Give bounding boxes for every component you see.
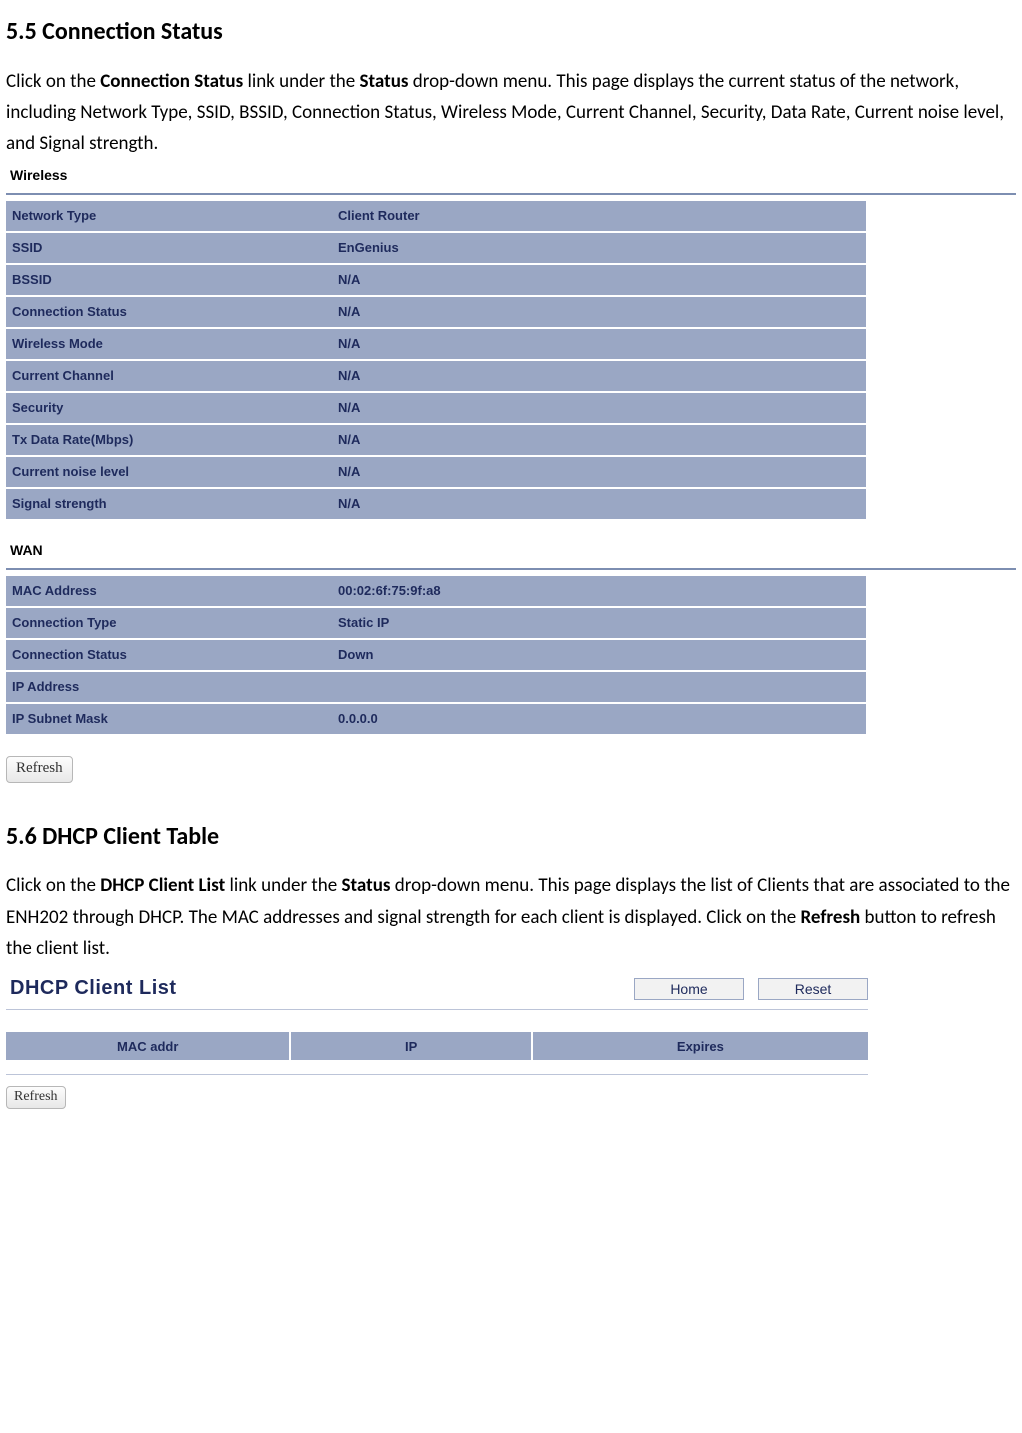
- col-expires: Expires: [532, 1032, 868, 1060]
- col-ip: IP: [290, 1032, 531, 1060]
- row-value: N/A: [328, 265, 866, 295]
- wan-status-table: MAC Address00:02:6f:75:9f:a8Connection T…: [6, 574, 866, 736]
- row-label: Security: [6, 393, 328, 423]
- text-bold: Connection Status: [100, 70, 243, 93]
- row-label: BSSID: [6, 265, 328, 295]
- table-row: Tx Data Rate(Mbps)N/A: [6, 425, 866, 455]
- row-label: Connection Type: [6, 608, 328, 638]
- table-row: Network TypeClient Router: [6, 201, 866, 231]
- text: Click on the: [6, 70, 100, 93]
- row-value: EnGenius: [328, 233, 866, 263]
- row-value: 0.0.0.0: [328, 704, 866, 734]
- section-5-6-paragraph: Click on the DHCP Client List link under…: [6, 870, 1016, 964]
- wireless-panel: Wireless Network TypeClient RouterSSIDEn…: [6, 164, 1016, 521]
- section-5-6-heading: 5.6 DHCP Client Table: [6, 817, 1016, 857]
- row-value: N/A: [328, 297, 866, 327]
- text: link under the: [243, 70, 359, 93]
- row-value: Static IP: [328, 608, 866, 638]
- row-value: N/A: [328, 361, 866, 391]
- row-label: Current noise level: [6, 457, 328, 487]
- table-row: IP Address: [6, 672, 866, 702]
- dhcp-header-row: DHCP Client List Home Reset: [6, 972, 868, 1005]
- dhcp-client-list-panel: DHCP Client List Home Reset MAC addr IP …: [6, 972, 1016, 1110]
- divider: [6, 193, 1016, 195]
- row-label: IP Subnet Mask: [6, 704, 328, 734]
- row-value: 00:02:6f:75:9f:a8: [328, 576, 866, 606]
- table-row: Connection StatusN/A: [6, 297, 866, 327]
- row-label: Connection Status: [6, 640, 328, 670]
- table-row: Current ChannelN/A: [6, 361, 866, 391]
- row-value: Down: [328, 640, 866, 670]
- divider: [6, 1009, 868, 1010]
- wireless-status-table: Network TypeClient RouterSSIDEnGeniusBSS…: [6, 199, 866, 521]
- row-label: IP Address: [6, 672, 328, 702]
- table-row: BSSIDN/A: [6, 265, 866, 295]
- table-row: SecurityN/A: [6, 393, 866, 423]
- row-value: Client Router: [328, 201, 866, 231]
- wireless-panel-title: Wireless: [10, 164, 1016, 187]
- divider: [6, 568, 1016, 570]
- table-row: Signal strengthN/A: [6, 489, 866, 519]
- row-label: Network Type: [6, 201, 328, 231]
- table-row: Current noise levelN/A: [6, 457, 866, 487]
- table-row: Connection StatusDown: [6, 640, 866, 670]
- text-bold: Status: [342, 874, 391, 897]
- row-label: Wireless Mode: [6, 329, 328, 359]
- row-value: N/A: [328, 457, 866, 487]
- text: Click on the: [6, 874, 100, 897]
- row-label: Connection Status: [6, 297, 328, 327]
- row-label: SSID: [6, 233, 328, 263]
- text-bold: DHCP Client List: [100, 874, 225, 897]
- table-row: IP Subnet Mask0.0.0.0: [6, 704, 866, 734]
- table-row: MAC Address00:02:6f:75:9f:a8: [6, 576, 866, 606]
- row-label: Current Channel: [6, 361, 328, 391]
- dhcp-client-table: MAC addr IP Expires: [6, 1032, 868, 1060]
- table-row: SSIDEnGenius: [6, 233, 866, 263]
- refresh-button[interactable]: Refresh: [6, 1086, 66, 1109]
- section-5-5-heading: 5.5 Connection Status: [6, 12, 1016, 52]
- table-row: Wireless ModeN/A: [6, 329, 866, 359]
- row-value: [328, 672, 866, 702]
- text-bold: Refresh: [801, 906, 861, 929]
- wan-panel: WAN MAC Address00:02:6f:75:9f:a8Connecti…: [6, 539, 1016, 736]
- table-row: Connection TypeStatic IP: [6, 608, 866, 638]
- refresh-button[interactable]: Refresh: [6, 756, 73, 783]
- section-5-5-paragraph: Click on the Connection Status link unde…: [6, 66, 1016, 160]
- dhcp-buttons: Home Reset: [634, 978, 868, 1000]
- table-header-row: MAC addr IP Expires: [6, 1032, 868, 1060]
- col-mac-addr: MAC addr: [6, 1032, 290, 1060]
- wan-panel-title: WAN: [10, 539, 1016, 562]
- row-value: N/A: [328, 393, 866, 423]
- row-value: N/A: [328, 425, 866, 455]
- row-value: N/A: [328, 489, 866, 519]
- row-label: Signal strength: [6, 489, 328, 519]
- home-button[interactable]: Home: [634, 978, 744, 1000]
- dhcp-client-list-title: DHCP Client List: [10, 972, 177, 1005]
- reset-button[interactable]: Reset: [758, 978, 868, 1000]
- row-label: Tx Data Rate(Mbps): [6, 425, 328, 455]
- divider: [6, 1074, 868, 1075]
- row-value: N/A: [328, 329, 866, 359]
- row-label: MAC Address: [6, 576, 328, 606]
- text: link under the: [225, 874, 341, 897]
- text-bold: Status: [360, 70, 409, 93]
